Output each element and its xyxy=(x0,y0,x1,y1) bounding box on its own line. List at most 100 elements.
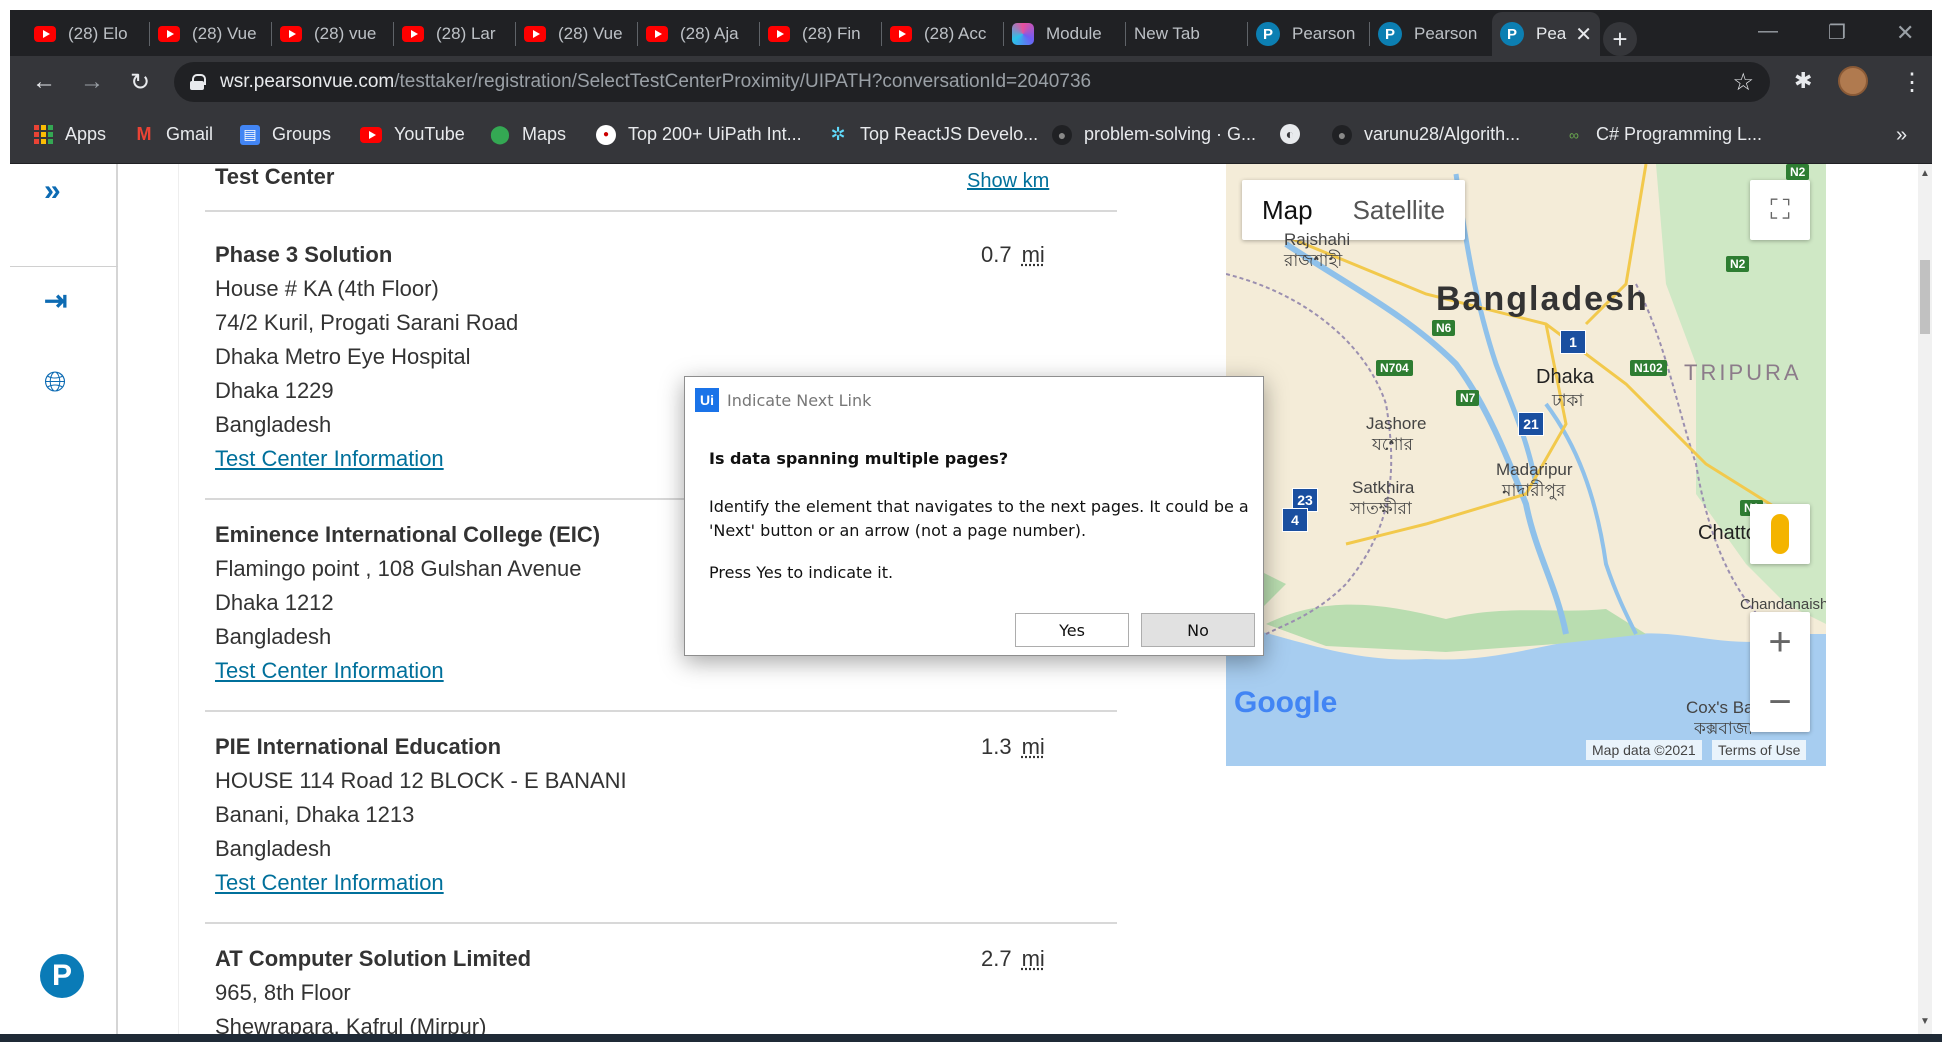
map-marker[interactable]: 4 xyxy=(1282,508,1308,532)
youtube-icon xyxy=(524,26,546,42)
sign-in-icon[interactable]: ⇥ xyxy=(44,284,67,317)
browser-tab[interactable]: (28) Elo xyxy=(26,16,150,52)
map-attribution: Map data ©2021 xyxy=(1586,740,1702,760)
column-header: Test Center xyxy=(215,164,335,189)
address-line: Banani, Dhaka 1213 xyxy=(215,802,415,827)
bookmark-uipath[interactable]: ● Top 200+ UiPath Int... xyxy=(596,124,802,145)
browser-tab[interactable]: (28) Acc xyxy=(882,16,1004,52)
test-center-info-link[interactable]: Test Center Information xyxy=(215,866,444,900)
left-rail: » ⇥ 🌐︎ P xyxy=(10,164,118,1034)
bookmark-globe[interactable]: ◐ xyxy=(1280,124,1312,144)
map-type-satellite[interactable]: Satellite xyxy=(1333,180,1466,240)
bookmark-problem-solving[interactable]: ● problem-solving · G... xyxy=(1052,124,1256,145)
restore-icon[interactable]: ❐ xyxy=(1828,20,1846,45)
pearson-logo-icon[interactable]: P xyxy=(40,954,84,998)
url-host: wsr.pearsonvue.com xyxy=(220,71,395,92)
page-scrollbar[interactable]: ▲ ▼ xyxy=(1918,164,1932,1034)
new-tab-button[interactable]: + xyxy=(1603,22,1637,56)
url-path: /testtaker/registration/SelectTestCenter… xyxy=(394,71,1092,92)
no-button[interactable]: No xyxy=(1141,613,1255,647)
address-bar[interactable]: wsr.pearsonvue.com/testtaker/registratio… xyxy=(174,62,1770,102)
globe-icon[interactable]: 🌐︎ xyxy=(44,366,66,399)
place-label: Jashore xyxy=(1366,414,1427,433)
browser-tab[interactable]: (28) Lar xyxy=(394,16,516,52)
os-taskbar xyxy=(0,1034,1942,1042)
show-km-link[interactable]: Show km xyxy=(967,170,1049,193)
profile-avatar[interactable] xyxy=(1838,66,1868,96)
groups-icon: ▤ xyxy=(240,124,260,145)
place-label: Chattogram xyxy=(1698,522,1758,544)
map-terms-link[interactable]: Terms of Use xyxy=(1712,740,1807,760)
google-map[interactable]: Map Satellite ⛶ Rajshahi রাজশাহী Banglad… xyxy=(1226,164,1826,766)
minimize-icon[interactable]: — xyxy=(1758,20,1778,43)
place-label: রাজশাহী xyxy=(1284,251,1343,270)
scroll-down-icon[interactable]: ▼ xyxy=(1920,1016,1930,1027)
indicate-next-link-dialog: Ui Indicate Next Link Is data spanning m… xyxy=(684,376,1264,656)
bookmark-gmail[interactable]: M Gmail xyxy=(134,124,214,145)
youtube-icon xyxy=(280,26,302,42)
scroll-up-icon[interactable]: ▲ xyxy=(1920,168,1930,179)
yes-button[interactable]: Yes xyxy=(1015,613,1129,647)
test-center-info-link[interactable]: Test Center Information xyxy=(215,442,444,476)
bookmark-csharp[interactable]: ∞ C# Programming L... xyxy=(1564,124,1762,145)
expand-chevrons-icon[interactable]: » xyxy=(44,174,61,208)
zoom-control: + − xyxy=(1750,612,1810,732)
bookmark-reactjs[interactable]: ✲ Top ReactJS Develo... xyxy=(828,124,1038,145)
map-marker[interactable]: 21 xyxy=(1518,412,1544,436)
bookmark-maps[interactable]: ⬤ Maps xyxy=(490,124,566,145)
browser-tab[interactable]: (28) Aja xyxy=(638,16,760,52)
youtube-icon xyxy=(34,26,56,42)
country-label: Bangladesh xyxy=(1436,280,1649,318)
address-line: HOUSE 114 Road 12 BLOCK - E BANANI xyxy=(215,768,627,793)
extensions-icon[interactable]: ✱ xyxy=(1794,68,1812,94)
address-line: 965, 8th Floor xyxy=(215,980,351,1005)
dialog-title: Indicate Next Link xyxy=(727,390,872,410)
github-icon: ● xyxy=(1332,124,1352,145)
map-marker[interactable]: 1 xyxy=(1560,330,1586,354)
browser-tab[interactable]: P Pearson xyxy=(1370,16,1492,52)
road-shield: N704 xyxy=(1376,360,1413,376)
bookmarks-more-icon[interactable]: » xyxy=(1896,124,1907,147)
place-label: Dhaka xyxy=(1536,366,1594,388)
youtube-icon xyxy=(646,26,668,42)
zoom-in-icon[interactable]: + xyxy=(1768,612,1791,672)
close-tab-icon[interactable]: ✕ xyxy=(1567,22,1592,47)
forward-icon[interactable]: → xyxy=(74,64,110,100)
browser-tab[interactable]: (28) Fin xyxy=(760,16,882,52)
scroll-thumb[interactable] xyxy=(1920,260,1930,334)
bookmark-groups[interactable]: ▤ Groups xyxy=(240,124,331,145)
browser-tab[interactable]: P Pearson xyxy=(1248,16,1370,52)
fullscreen-icon[interactable]: ⛶ xyxy=(1750,180,1810,240)
zoom-out-icon[interactable]: − xyxy=(1768,672,1791,732)
dialog-instruction: Press Yes to indicate it. xyxy=(709,563,894,582)
back-icon[interactable]: ← xyxy=(26,64,62,100)
bookmark-apps[interactable]: Apps xyxy=(34,124,106,145)
bookmarks-bar: Apps M Gmail ▤ Groups YouTube ⬤ Maps ● Top 2… xyxy=(10,108,1932,164)
place-label: ঢাকা xyxy=(1552,391,1584,410)
maps-icon: ⬤ xyxy=(489,124,511,144)
browser-tab[interactable]: New Tab xyxy=(1126,16,1248,52)
center-name: AT Computer Solution Limited xyxy=(215,946,532,971)
close-window-icon[interactable]: ✕ xyxy=(1896,20,1914,46)
place-label: Satkhira xyxy=(1352,478,1415,497)
place-label: Rajshahi xyxy=(1284,230,1351,249)
menu-kebab-icon[interactable]: ⋮ xyxy=(1900,68,1924,97)
pearson-icon: P xyxy=(1378,22,1402,46)
reload-icon[interactable]: ↻ xyxy=(122,64,158,100)
browser-tab-active[interactable]: PPear✕ xyxy=(1492,12,1600,56)
bookmark-youtube[interactable]: YouTube xyxy=(360,124,465,145)
browser-tab[interactable]: (28) vue xyxy=(272,16,394,52)
bookmark-star-icon[interactable]: ☆ xyxy=(1732,68,1754,97)
street-view-pegman-icon[interactable] xyxy=(1750,504,1810,564)
list-item: PIE International Education HOUSE 114 Ro… xyxy=(215,730,1095,900)
bookmark-varunu28[interactable]: ● varunu28/Algorith... xyxy=(1332,124,1520,145)
dialog-title-bar: Ui Indicate Next Link xyxy=(695,387,871,413)
browser-tab[interactable]: (28) Vue xyxy=(516,16,638,52)
distance: 0.7 mi xyxy=(981,242,1045,267)
browser-tab[interactable]: Module xyxy=(1004,16,1126,52)
place-label: Madaripur xyxy=(1496,460,1573,479)
youtube-icon xyxy=(768,26,790,42)
browser-tab[interactable]: (28) Vue xyxy=(150,16,272,52)
uipath-logo-icon: Ui xyxy=(695,388,719,412)
test-center-info-link[interactable]: Test Center Information xyxy=(215,654,444,688)
